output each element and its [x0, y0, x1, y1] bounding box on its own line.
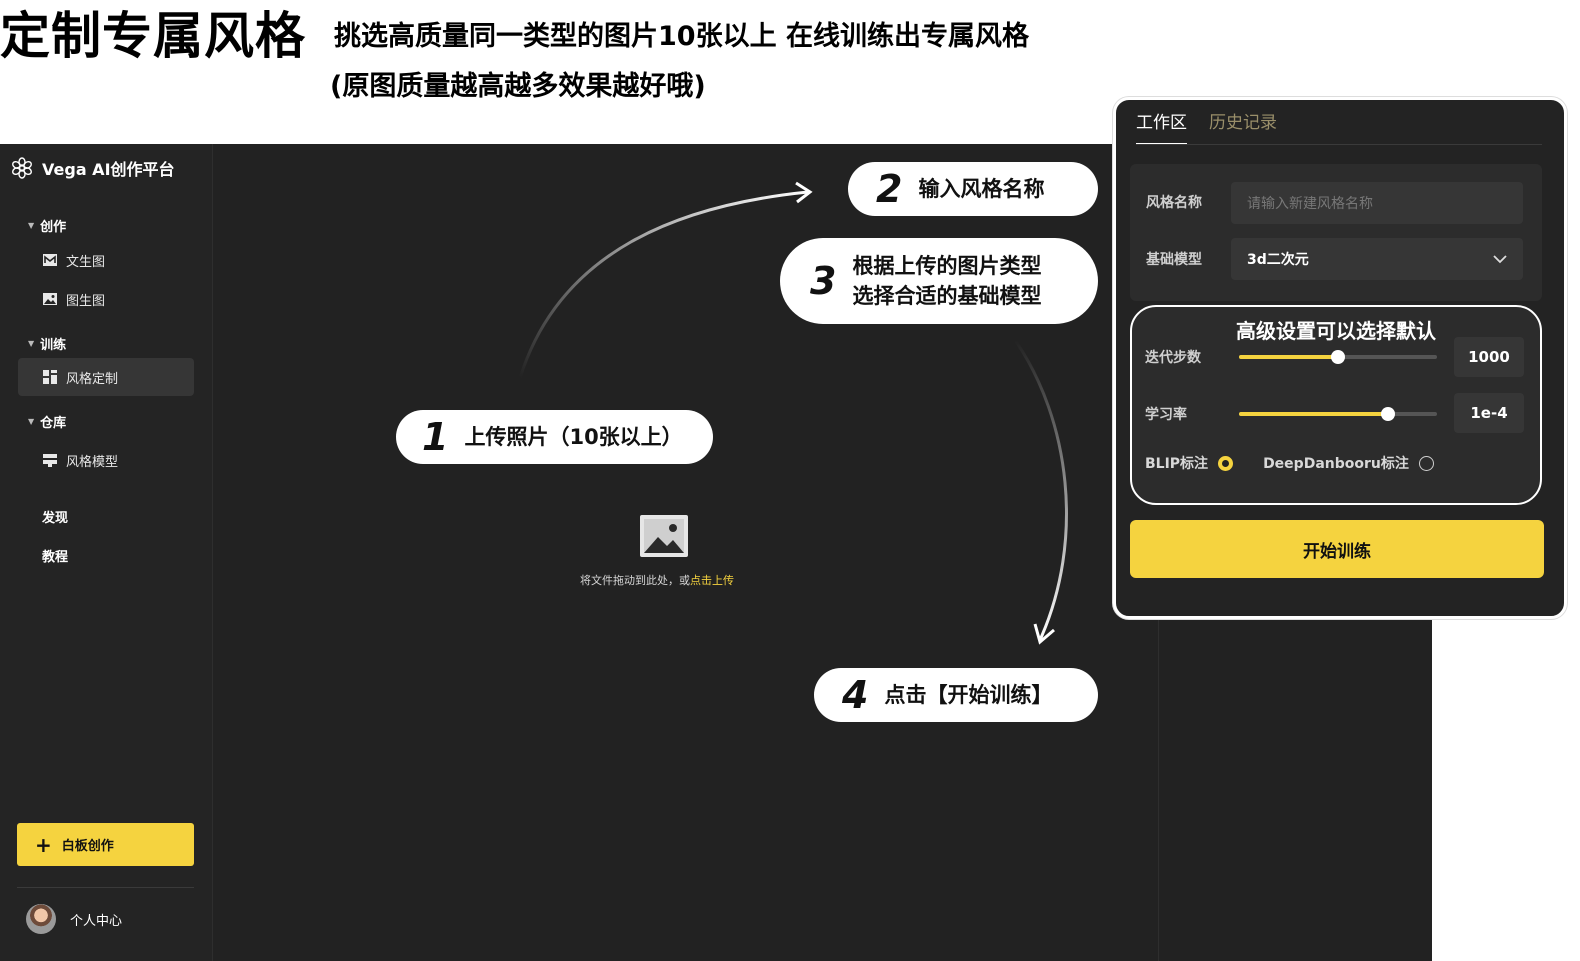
step-text-line1: 根据上传的图片类型 [852, 254, 1042, 278]
tab-workspace[interactable]: 工作区 [1136, 108, 1187, 145]
section-repo-label: 仓库 [40, 416, 67, 431]
step-number: 1 [422, 415, 449, 459]
click-upload-link[interactable]: 点击上传 [690, 574, 734, 587]
sidebar-item-text-to-image[interactable]: 文生图 [18, 241, 194, 279]
step-text: 上传照片（10张以上） [464, 425, 683, 449]
whiteboard-create-button[interactable]: + 白板创作 [17, 823, 194, 866]
image-to-image-icon [43, 293, 57, 305]
panel-tabs: 工作区 历史记录 [1136, 108, 1277, 145]
logo-icon [12, 157, 32, 179]
text-to-image-icon [43, 254, 57, 266]
sidebar-item-label: 风格模型 [66, 454, 119, 470]
sidebar-item-style-custom[interactable]: 风格定制 [18, 358, 194, 396]
user-center[interactable]: 个人中心 [26, 904, 122, 934]
brand[interactable]: Vega AI创作平台 [10, 156, 175, 180]
style-name-label: 风格名称 [1146, 195, 1202, 211]
image-upload-icon[interactable] [640, 515, 688, 557]
whiteboard-create-label: 白板创作 [61, 839, 114, 854]
sidebar-divider [17, 887, 194, 888]
sidebar-item-discover[interactable]: 发现 [42, 507, 68, 526]
step-text: 输入风格名称 [918, 177, 1045, 201]
page-subtitle-note: (原图质量越高越多效果越好哦) [330, 71, 706, 102]
chevron-down-icon [1493, 254, 1507, 263]
advanced-settings: 高级设置可以选择默认 迭代步数 1000 学习率 1e-4 BLIP标注 Dee… [1130, 305, 1542, 505]
step-text: 点击【开始训练】 [884, 683, 1053, 707]
sidebar-item-image-to-image[interactable]: 图生图 [18, 280, 194, 318]
base-model-select[interactable]: 3d二次元 [1231, 238, 1523, 280]
sidebar-item-label: 文生图 [66, 254, 106, 270]
deepdanbooru-radio[interactable] [1418, 455, 1434, 471]
style-model-icon [43, 454, 57, 467]
page-title: 定制专属风格 [0, 7, 306, 65]
avatar [26, 904, 56, 934]
steps-label: 迭代步数 [1145, 350, 1201, 366]
sidebar: Vega AI创作平台 ▼ 创作 文生图 图生图 ▼ 训练 风格定制 ▼ 仓库 [0, 144, 213, 961]
section-train[interactable]: ▼ 训练 [28, 334, 66, 353]
step-text: 根据上传的图片类型 选择合适的基础模型 [852, 251, 1041, 311]
deepdanbooru-label: DeepDanbooru标注 [1263, 456, 1409, 472]
user-center-label: 个人中心 [70, 913, 123, 929]
caret-down-icon: ▼ [28, 339, 35, 348]
section-train-label: 训练 [40, 338, 67, 353]
callout-step-1: 1 上传照片（10张以上） [396, 410, 713, 464]
training-settings-panel: 工作区 历史记录 风格名称 请输入新建风格名称 基础模型 3d二次元 高级设置可… [1113, 97, 1567, 619]
learning-rate-label: 学习率 [1145, 407, 1187, 423]
section-create[interactable]: ▼ 创作 [28, 216, 66, 235]
sidebar-item-tutorial[interactable]: 教程 [42, 546, 68, 565]
sidebar-item-label: 风格定制 [66, 371, 119, 387]
learning-rate-input[interactable]: 1e-4 [1454, 393, 1524, 433]
upload-hint-text: 将文件拖动到此处，或 [580, 574, 690, 587]
base-model-label: 基础模型 [1146, 252, 1202, 268]
step-text-line2: 选择合适的基础模型 [852, 284, 1042, 308]
steps-slider-handle[interactable] [1331, 350, 1345, 364]
start-training-button[interactable]: 开始训练 [1130, 520, 1544, 578]
caret-down-icon: ▼ [28, 417, 35, 426]
step-number: 3 [810, 259, 837, 303]
callout-step-3: 3 根据上传的图片类型 选择合适的基础模型 [780, 238, 1098, 324]
step-number: 4 [842, 673, 869, 717]
steps-input[interactable]: 1000 [1454, 337, 1524, 377]
callout-step-2: 2 输入风格名称 [848, 162, 1098, 216]
plus-icon: + [35, 832, 52, 857]
page-subtitle: 挑选高质量同一类型的图片10张以上 在线训练出专属风格 [334, 21, 1029, 52]
basic-settings: 风格名称 请输入新建风格名称 基础模型 3d二次元 [1130, 164, 1542, 301]
learning-rate-slider-fill [1239, 412, 1388, 416]
callout-step-4: 4 点击【开始训练】 [814, 668, 1098, 722]
caption-method: BLIP标注 DeepDanbooru标注 [1145, 453, 1434, 473]
section-repo[interactable]: ▼ 仓库 [28, 412, 66, 431]
learning-rate-slider-handle[interactable] [1380, 407, 1395, 421]
blip-radio[interactable] [1218, 455, 1234, 471]
tab-divider [1136, 144, 1542, 145]
sidebar-item-label: 图生图 [66, 293, 106, 309]
base-model-value: 3d二次元 [1247, 252, 1309, 268]
steps-slider[interactable] [1239, 350, 1437, 364]
step-number: 2 [876, 167, 903, 211]
tab-history[interactable]: 历史记录 [1209, 108, 1277, 145]
caret-down-icon: ▼ [28, 221, 35, 230]
blip-label: BLIP标注 [1145, 456, 1209, 472]
style-custom-icon [43, 370, 57, 384]
brand-name: Vega AI创作平台 [42, 160, 175, 179]
upload-hint: 将文件拖动到此处，或点击上传 [580, 572, 734, 588]
steps-slider-fill [1239, 355, 1338, 359]
style-name-input[interactable]: 请输入新建风格名称 [1231, 182, 1523, 224]
learning-rate-slider[interactable] [1239, 407, 1437, 421]
section-create-label: 创作 [40, 220, 67, 235]
sidebar-item-style-model[interactable]: 风格模型 [18, 441, 194, 479]
